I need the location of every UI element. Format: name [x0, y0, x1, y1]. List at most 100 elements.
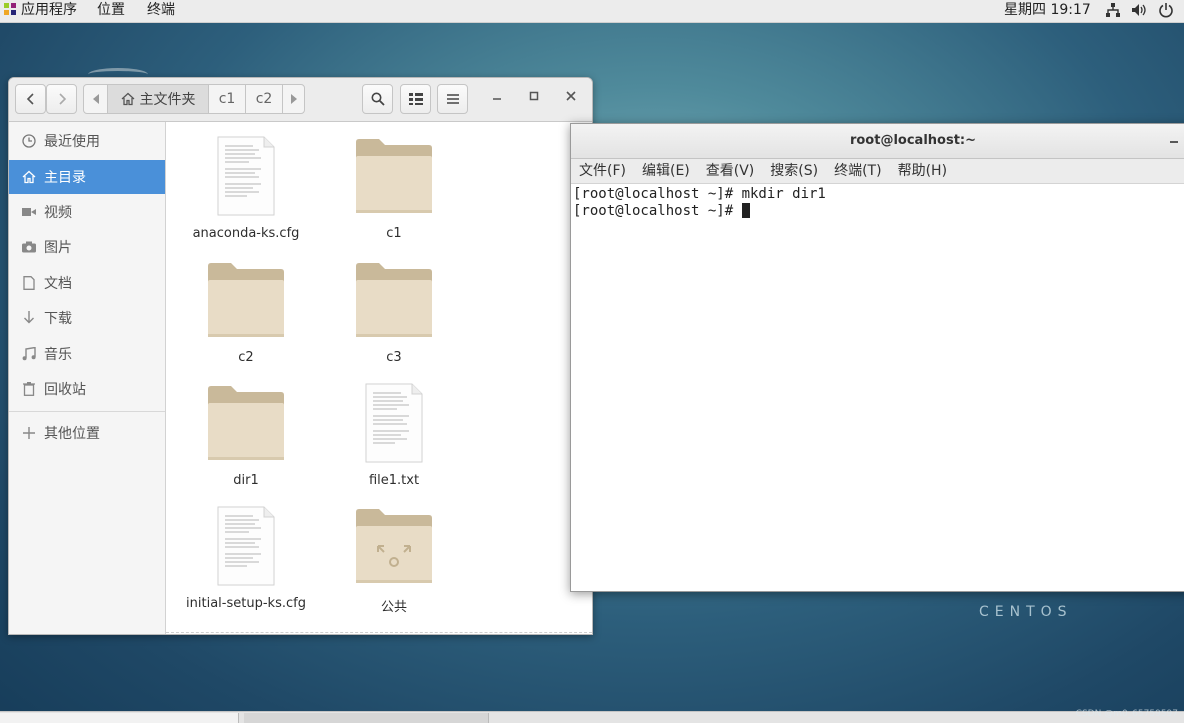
list-view-icon [408, 93, 423, 105]
trash-icon [22, 382, 36, 396]
plus-icon [22, 426, 36, 440]
clock-icon [22, 134, 36, 148]
hamburger-icon [446, 94, 459, 104]
breadcrumb-c1[interactable]: c1 [209, 85, 246, 113]
folder-item[interactable]: dir1 [176, 383, 316, 488]
view-mode-button[interactable] [400, 84, 431, 114]
sidebar-item-recent[interactable]: 最近使用 [9, 124, 165, 158]
folder-icon [208, 386, 284, 460]
breadcrumb: 主文件夹 c1 c2 [83, 84, 305, 114]
minimize-icon [493, 98, 501, 100]
sidebar-item-label: 下载 [44, 311, 72, 327]
sidebar: 最近使用 主目录 视频 图片 文档 下载 音乐 回收站 其他位置 [9, 122, 166, 634]
sidebar-separator [9, 411, 165, 412]
applications-label: 应用程序 [21, 2, 77, 18]
terminal-minimize-button[interactable] [1169, 132, 1179, 148]
terminal-title: root@localhost:~ [849, 133, 977, 148]
menu-search[interactable]: 搜索(S) [770, 159, 818, 183]
sidebar-item-label: 主目录 [44, 170, 86, 186]
file-item[interactable]: file1.txt [324, 383, 464, 488]
centos-logo-icon [4, 3, 16, 15]
file-grid: anaconda-ks.cfg c1 c2 c3 dir1 file1.txt … [166, 122, 592, 634]
terminal-window: root@localhost:~ 文件(F) 编辑(E) 查看(V) 搜索(S)… [570, 123, 1184, 592]
grid-bottom-divider [166, 632, 592, 633]
folder-icon [208, 263, 284, 337]
folder-item[interactable]: c2 [176, 260, 316, 365]
network-icon[interactable] [1105, 2, 1121, 18]
volume-icon[interactable] [1131, 2, 1147, 18]
text-file-icon [217, 506, 275, 586]
menu-terminal[interactable]: 终端(T) [834, 159, 881, 183]
folder-item[interactable]: c3 [324, 260, 464, 365]
close-button[interactable] [564, 91, 578, 105]
triangle-left-icon [92, 94, 99, 104]
folder-icon [356, 263, 432, 337]
terminal-screen[interactable]: [root@localhost ~]# mkdir dir1 [root@loc… [571, 184, 1184, 590]
sidebar-item-downloads[interactable]: 下载 [9, 301, 165, 335]
file-item[interactable]: initial-setup-ks.cfg [176, 506, 316, 611]
menu-edit[interactable]: 编辑(E) [642, 159, 690, 183]
terminal-prompt: [root@localhost ~]# [573, 203, 742, 219]
menu-help[interactable]: 帮助(H) [898, 159, 947, 183]
clock[interactable]: 星期四 19:17 [1004, 0, 1091, 20]
folder-item[interactable]: 公共 [324, 506, 464, 615]
terminal-menu[interactable]: 终端 [147, 0, 175, 22]
triangle-right-icon [290, 94, 297, 104]
breadcrumb-c2[interactable]: c2 [246, 85, 283, 113]
terminal-prompt-line: [root@localhost ~]# [573, 203, 750, 219]
sidebar-item-label: 图片 [44, 240, 72, 256]
menu-file[interactable]: 文件(F) [579, 159, 626, 183]
breadcrumb-home-label: 主文件夹 [139, 92, 196, 108]
breadcrumb-left-arrow[interactable] [84, 85, 108, 113]
close-icon [566, 91, 576, 101]
file-name: file1.txt [368, 473, 420, 488]
maximize-button[interactable] [527, 91, 541, 105]
menu-view[interactable]: 查看(V) [706, 159, 755, 183]
search-icon [371, 92, 385, 106]
sidebar-item-pictures[interactable]: 图片 [9, 230, 165, 264]
text-file-icon [365, 383, 423, 463]
terminal-titlebar[interactable]: root@localhost:~ [571, 124, 1184, 159]
centos-brand-text: CENTOS [979, 604, 1073, 620]
home-icon [22, 170, 36, 184]
sidebar-item-videos[interactable]: 视频 [9, 195, 165, 229]
taskbar [0, 711, 1184, 723]
sidebar-item-documents[interactable]: 文档 [9, 266, 165, 300]
sidebar-item-music[interactable]: 音乐 [9, 337, 165, 371]
forward-button[interactable] [46, 84, 77, 114]
chevron-left-icon [26, 93, 34, 105]
maximize-icon [529, 91, 539, 101]
text-file-icon [217, 136, 275, 216]
search-button[interactable] [362, 84, 393, 114]
top-bar: 应用程序 位置 终端 星期四 19:17 [0, 0, 1184, 23]
applications-menu[interactable]: 应用程序 [4, 0, 77, 22]
terminal-cursor [741, 203, 750, 218]
sidebar-item-label: 视频 [44, 205, 72, 221]
file-name: c2 [238, 350, 254, 365]
download-icon [22, 311, 36, 325]
file-manager-window: 主文件夹 c1 c2 最近使用 主目录 视频 图片 文档 下载 音乐 回收站 其… [8, 77, 593, 635]
breadcrumb-home[interactable]: 主文件夹 [108, 85, 209, 113]
file-name: dir1 [233, 473, 259, 488]
file-item[interactable]: anaconda-ks.cfg [176, 136, 316, 241]
camera-icon [22, 240, 36, 254]
terminal-menubar: 文件(F) 编辑(E) 查看(V) 搜索(S) 终端(T) 帮助(H) [571, 159, 1184, 184]
power-icon[interactable] [1158, 2, 1174, 18]
sidebar-item-home[interactable]: 主目录 [9, 160, 165, 194]
watermark-text: CSDN @m0_65759597 [1075, 709, 1178, 719]
sidebar-item-other-locations[interactable]: 其他位置 [9, 416, 165, 450]
sidebar-item-trash[interactable]: 回收站 [9, 372, 165, 406]
chevron-right-icon [58, 93, 66, 105]
file-name: 公共 [380, 600, 407, 615]
minimize-button[interactable] [490, 91, 504, 105]
back-button[interactable] [15, 84, 46, 114]
file-name: c1 [386, 226, 402, 241]
folder-item[interactable]: c1 [324, 136, 464, 241]
home-icon [121, 92, 134, 106]
places-menu[interactable]: 位置 [97, 0, 125, 22]
breadcrumb-right-arrow[interactable] [283, 85, 304, 113]
menu-button[interactable] [437, 84, 468, 114]
minimize-icon [1170, 141, 1178, 143]
sidebar-item-label: 最近使用 [44, 134, 100, 150]
shared-folder-icon [356, 509, 432, 583]
